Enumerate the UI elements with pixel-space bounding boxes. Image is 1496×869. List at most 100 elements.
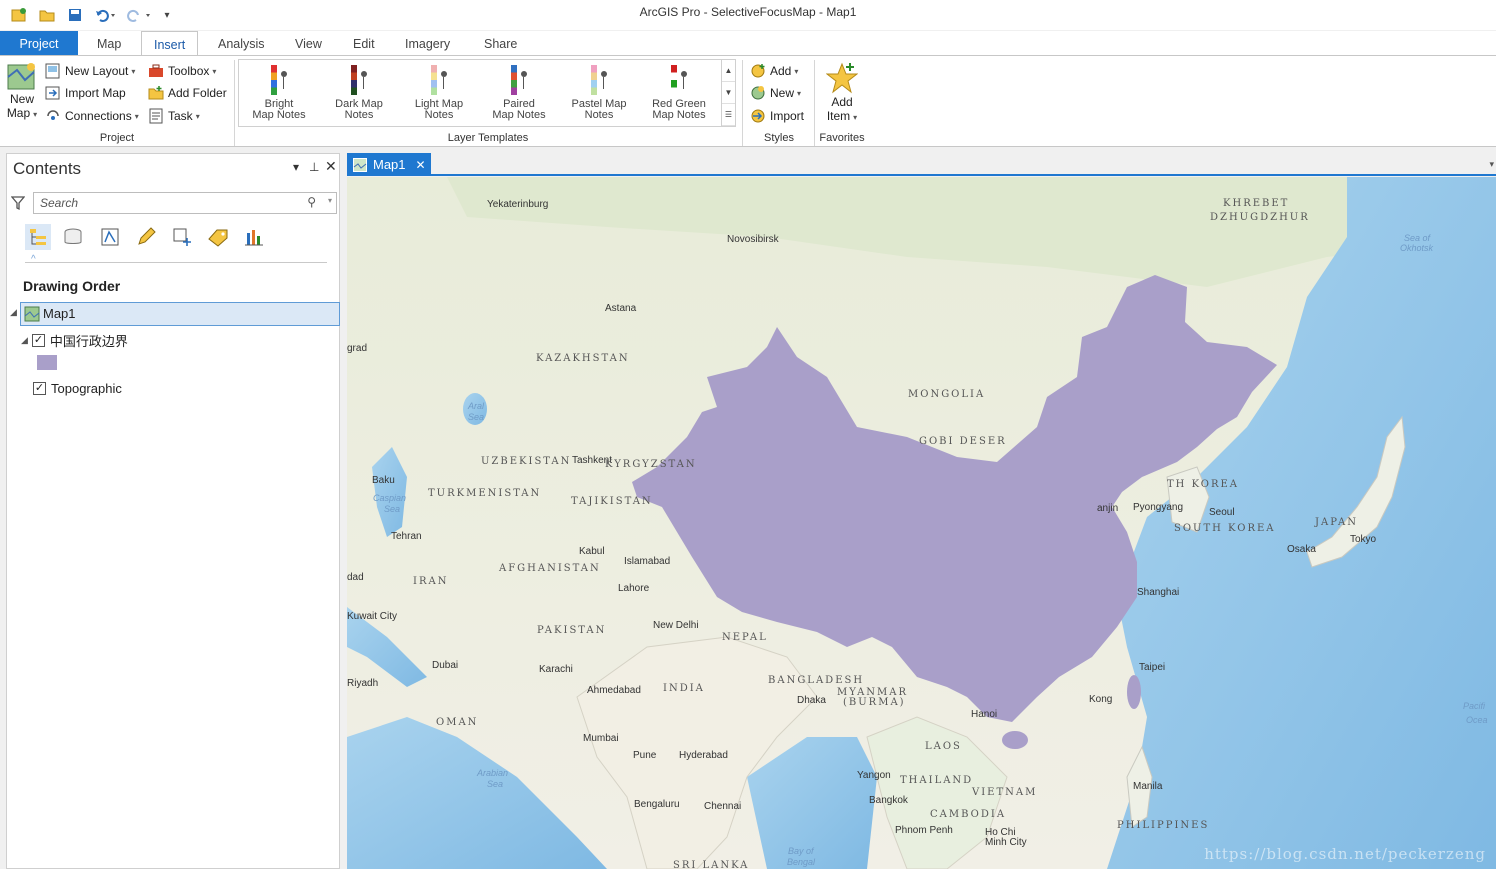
list-by-selection-icon[interactable]	[97, 224, 123, 250]
tab-imagery[interactable]: Imagery	[393, 31, 462, 56]
place-label: Islamabad	[624, 556, 671, 567]
tab-share[interactable]: Share	[472, 31, 529, 56]
tab-analysis[interactable]: Analysis	[206, 31, 277, 56]
add-folder-button[interactable]: Add Folder	[148, 85, 227, 101]
list-by-labeling-icon[interactable]	[205, 224, 231, 250]
country-label: TAJIKISTAN	[571, 496, 653, 507]
watermark: https://blog.csdn.net/peckerzeng	[1204, 845, 1486, 863]
layer-template-label-2: Map Notes	[652, 109, 706, 121]
layer-template-item[interactable]: Red Green Map Notes	[640, 62, 718, 122]
layer-symbol-swatch[interactable]	[37, 355, 57, 370]
style-import-icon	[750, 108, 766, 124]
pin-icon[interactable]: ⊥	[309, 160, 319, 174]
save-project-icon[interactable]	[66, 6, 84, 24]
styles-new-button[interactable]: New ▾	[750, 85, 801, 101]
map-notes-icon	[429, 65, 449, 95]
open-project-icon[interactable]	[38, 6, 56, 24]
connections-button[interactable]: Connections ▾	[45, 108, 139, 124]
country-label: TURKMENISTAN	[428, 488, 542, 499]
new-map-button[interactable]: New Map ▾	[6, 62, 38, 120]
styles-import-button[interactable]: Import	[750, 108, 804, 124]
list-by-charts-icon[interactable]	[241, 224, 267, 250]
app-title: ArcGIS Pro - SelectiveFocusMap - Map1	[639, 5, 857, 19]
country-label: CAMBODIA	[930, 809, 1007, 820]
filter-icon[interactable]	[10, 195, 26, 214]
new-project-icon[interactable]	[10, 6, 28, 24]
list-by-drawing-order-icon[interactable]	[25, 224, 51, 250]
list-by-data-source-icon[interactable]	[60, 224, 86, 250]
gallery-down-icon[interactable]: ▼	[722, 82, 735, 104]
hainan-polygon[interactable]	[1002, 731, 1028, 749]
map-tree-item[interactable]: ◢ Map1	[10, 302, 340, 326]
gallery-up-icon[interactable]: ▲	[722, 60, 735, 82]
toolbar-divider	[25, 262, 327, 263]
task-button[interactable]: Task ▾	[148, 108, 200, 124]
layer-row-topographic[interactable]: ✓ Topographic	[33, 381, 122, 396]
style-new-icon	[750, 85, 766, 101]
list-by-snapping-icon[interactable]	[169, 224, 195, 250]
styles-add-button[interactable]: Add ▾	[750, 63, 798, 79]
place-label: New Delhi	[653, 620, 699, 631]
new-layout-button[interactable]: New Layout ▾	[45, 63, 135, 79]
collapse-icon[interactable]: ◢	[21, 335, 28, 346]
place-label: Bengaluru	[634, 799, 680, 810]
undo-icon[interactable]	[92, 6, 118, 24]
country-label: INDIA	[663, 683, 705, 694]
country-label: MONGOLIA	[908, 389, 986, 400]
map-view[interactable]: Yekaterinburg Novosibirsk Astana Baku Tehran…	[347, 177, 1496, 869]
place-label: Kong	[1089, 694, 1113, 705]
layer-template-label-2: Notes	[344, 109, 374, 121]
layer-template-item[interactable]: Pastel Map Notes	[560, 62, 638, 122]
gallery-scroll[interactable]: ▲ ▼ ☰	[721, 60, 735, 126]
layer-row-admin-boundary[interactable]: ◢ ✓ 中国行政边界	[21, 331, 128, 350]
project-group-label: Project	[99, 132, 135, 144]
redo-icon[interactable]	[122, 6, 152, 24]
connections-icon	[45, 108, 61, 124]
country-label: PHILIPPINES	[1117, 820, 1210, 831]
tab-edit[interactable]: Edit	[341, 31, 387, 56]
search-input[interactable]: Search ⚲ ▾	[33, 192, 337, 214]
import-map-button[interactable]: Import Map	[45, 85, 126, 101]
tab-list-icon[interactable]: ▾	[1489, 159, 1494, 170]
tab-project[interactable]: Project	[0, 31, 78, 56]
layer-name: 中国行政边界	[49, 334, 128, 349]
close-icon[interactable]: ✕	[325, 158, 337, 175]
water-label: Sea	[468, 412, 485, 422]
contents-title: Contents	[13, 159, 82, 178]
styles-new-label: New	[770, 86, 795, 100]
customize-toolbar-icon[interactable]: ▾	[160, 6, 174, 24]
place-label: Baku	[372, 475, 395, 486]
tab-insert[interactable]: Insert	[141, 31, 199, 57]
taiwan-polygon[interactable]	[1127, 675, 1141, 709]
toolbox-button[interactable]: Toolbox ▾	[148, 63, 216, 79]
search-placeholder: Search	[40, 196, 79, 210]
list-by-editing-icon[interactable]	[133, 224, 159, 250]
country-label: SOUTH KOREA	[1174, 523, 1276, 534]
gallery-expand-icon[interactable]: ☰	[722, 104, 735, 126]
layer-template-item[interactable]: Light Map Notes	[400, 62, 478, 122]
new-map-icon	[7, 63, 35, 90]
favorites-group-label: Favorites	[819, 132, 865, 144]
tab-view[interactable]: View	[283, 31, 334, 56]
close-tab-icon[interactable]: ✕	[416, 158, 426, 172]
layer-template-item[interactable]: Paired Map Notes	[480, 62, 558, 122]
country-label: KAZAKHSTAN	[536, 353, 630, 364]
pane-menu-icon[interactable]: ▾	[293, 160, 299, 174]
tab-map[interactable]: Map	[85, 31, 133, 56]
search-options-icon[interactable]: ▾	[328, 196, 332, 205]
collapse-icon[interactable]: ◢	[10, 307, 17, 318]
map-view-tab[interactable]: Map1 ✕	[347, 153, 431, 176]
search-icon[interactable]: ⚲	[307, 195, 316, 209]
styles-add-label: Add	[770, 64, 792, 78]
contents-pane: Contents ▾ ⊥ ✕ Search ⚲ ▾ ^ Drawing Orde…	[6, 153, 340, 869]
water-label: Pacifi	[1463, 701, 1486, 711]
place-label: Mumbai	[583, 733, 619, 744]
add-item-button[interactable]: Add Item ▾	[822, 62, 862, 123]
add-item-label-2: Item	[826, 109, 851, 123]
layer-template-item[interactable]: Bright Map Notes	[240, 62, 318, 122]
map-tab-label: Map1	[373, 157, 406, 172]
layer-visibility-checkbox[interactable]: ✓	[33, 382, 46, 395]
layer-visibility-checkbox[interactable]: ✓	[31, 334, 45, 347]
layer-template-item[interactable]: Dark Map Notes	[320, 62, 398, 122]
ribbon: New Map ▾ New Layout ▾ Import Map Connecti…	[0, 55, 1496, 147]
